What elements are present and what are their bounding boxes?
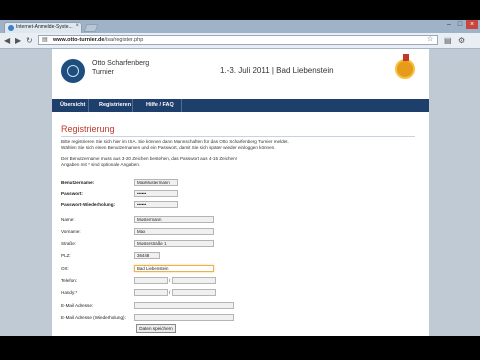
letterbox-bar [0, 336, 480, 360]
close-window-button[interactable]: × [466, 20, 478, 29]
email-input[interactable] [134, 302, 234, 309]
nav-item-hilfe-faq[interactable]: Hilfe / FAQ [146, 99, 174, 112]
zip-label: PLZ: [61, 253, 71, 258]
nav-divider [88, 99, 89, 112]
password-label: Passwort: [61, 191, 83, 196]
intro-line-2: Wählen Sie sich einen Benutzernamen und … [61, 145, 276, 150]
url-path: /isa/register.php [104, 37, 144, 43]
wrench-icon[interactable]: ⚙ [458, 36, 465, 45]
street-label: Straße: [61, 241, 77, 246]
page-content: Otto Scharfenberg Turnier 1.-3. Juli 201… [52, 49, 429, 336]
address-bar[interactable]: ▤ www.otto-turnier.de/isa/register.php ☆ [38, 35, 438, 45]
phone-label: Telefon: [61, 278, 78, 283]
browser-window: Internet-Anmelde-Syste... × – □ × ◀ ▶ ↻ … [0, 20, 480, 336]
url-domain: www.otto-turnier.de [53, 37, 105, 43]
city-input[interactable]: Bad Liebenstein [134, 265, 214, 272]
phone-separator: / [169, 278, 171, 283]
minimize-button[interactable]: – [444, 20, 454, 29]
password-repeat-input[interactable]: •••••• [134, 201, 178, 208]
nav-divider [132, 99, 133, 112]
username-input[interactable]: MaxMustermann [134, 179, 178, 186]
date-location: 1.-3. Juli 2011 | Bad Liebenstein [220, 66, 334, 75]
nav-item-uebersicht[interactable]: Übersicht [60, 99, 85, 112]
tournament-name: Otto Scharfenberg Turnier [92, 59, 152, 77]
star-icon[interactable]: ☆ [427, 36, 433, 44]
page-menu-icon[interactable]: ▤ [444, 36, 452, 45]
logo-icon [61, 59, 85, 83]
title-divider [61, 136, 415, 137]
lastname-label: Name: [61, 217, 75, 222]
email-repeat-input[interactable] [134, 314, 234, 321]
firstname-label: Vorname: [61, 229, 81, 234]
nav-divider [181, 99, 182, 112]
new-tab-button[interactable] [83, 24, 99, 32]
tab-close-icon[interactable]: × [75, 23, 79, 29]
city-label: Ort: [61, 266, 69, 271]
tournament-name-line2: Turnier [92, 69, 114, 76]
lastname-input[interactable]: Mustermann [134, 216, 214, 223]
password-input[interactable]: •••••• [134, 190, 178, 197]
tab-title: Internet-Anmelde-Syste... [16, 24, 73, 30]
back-button[interactable]: ◀ [4, 36, 10, 45]
page-viewport: Otto Scharfenberg Turnier 1.-3. Juli 201… [0, 49, 480, 336]
mobile-prefix-input[interactable] [134, 289, 168, 296]
phone-prefix-input[interactable] [134, 277, 168, 284]
phone-number-input[interactable] [172, 277, 216, 284]
medal-icon [395, 54, 415, 79]
url-text: www.otto-turnier.de/isa/register.php [53, 37, 143, 43]
browser-tab[interactable]: Internet-Anmelde-Syste... × [4, 22, 82, 33]
username-label: Benutzername: [61, 180, 95, 185]
page-icon: ▤ [42, 37, 48, 43]
rules-line-2: Angaben mit * sind optionale Angaben. [61, 162, 141, 167]
forward-button[interactable]: ▶ [15, 36, 21, 45]
site-header: Otto Scharfenberg Turnier 1.-3. Juli 201… [52, 49, 429, 99]
email-label: E-Mail Adresse: [61, 303, 94, 308]
firstname-input[interactable]: Max [134, 228, 214, 235]
tab-strip: Internet-Anmelde-Syste... × – □ × [0, 20, 480, 33]
save-data-button[interactable]: Daten speichern [136, 324, 176, 333]
mobile-label: Handy:* [61, 290, 78, 295]
email-repeat-label: E-Mail Adresse (Wiederholung): [61, 315, 126, 320]
nav-item-registrieren[interactable]: Registrieren [99, 99, 131, 112]
zip-input[interactable]: 36448 [134, 252, 160, 259]
password-repeat-label: Passwort-Wiederholung: [61, 202, 116, 207]
reload-button[interactable]: ↻ [26, 36, 33, 45]
street-input[interactable]: Musterstraße 1 [134, 240, 214, 247]
mobile-separator: / [169, 290, 171, 295]
tournament-name-line1: Otto Scharfenberg [92, 60, 150, 67]
browser-toolbar: ◀ ▶ ↻ ▤ www.otto-turnier.de/isa/register… [0, 33, 480, 49]
main-nav: Übersicht Registrieren Hilfe / FAQ [52, 99, 429, 112]
favicon-icon [8, 25, 14, 31]
maximize-button[interactable]: □ [455, 20, 465, 29]
mobile-number-input[interactable] [172, 289, 216, 296]
page-title: Registrierung [61, 124, 115, 134]
